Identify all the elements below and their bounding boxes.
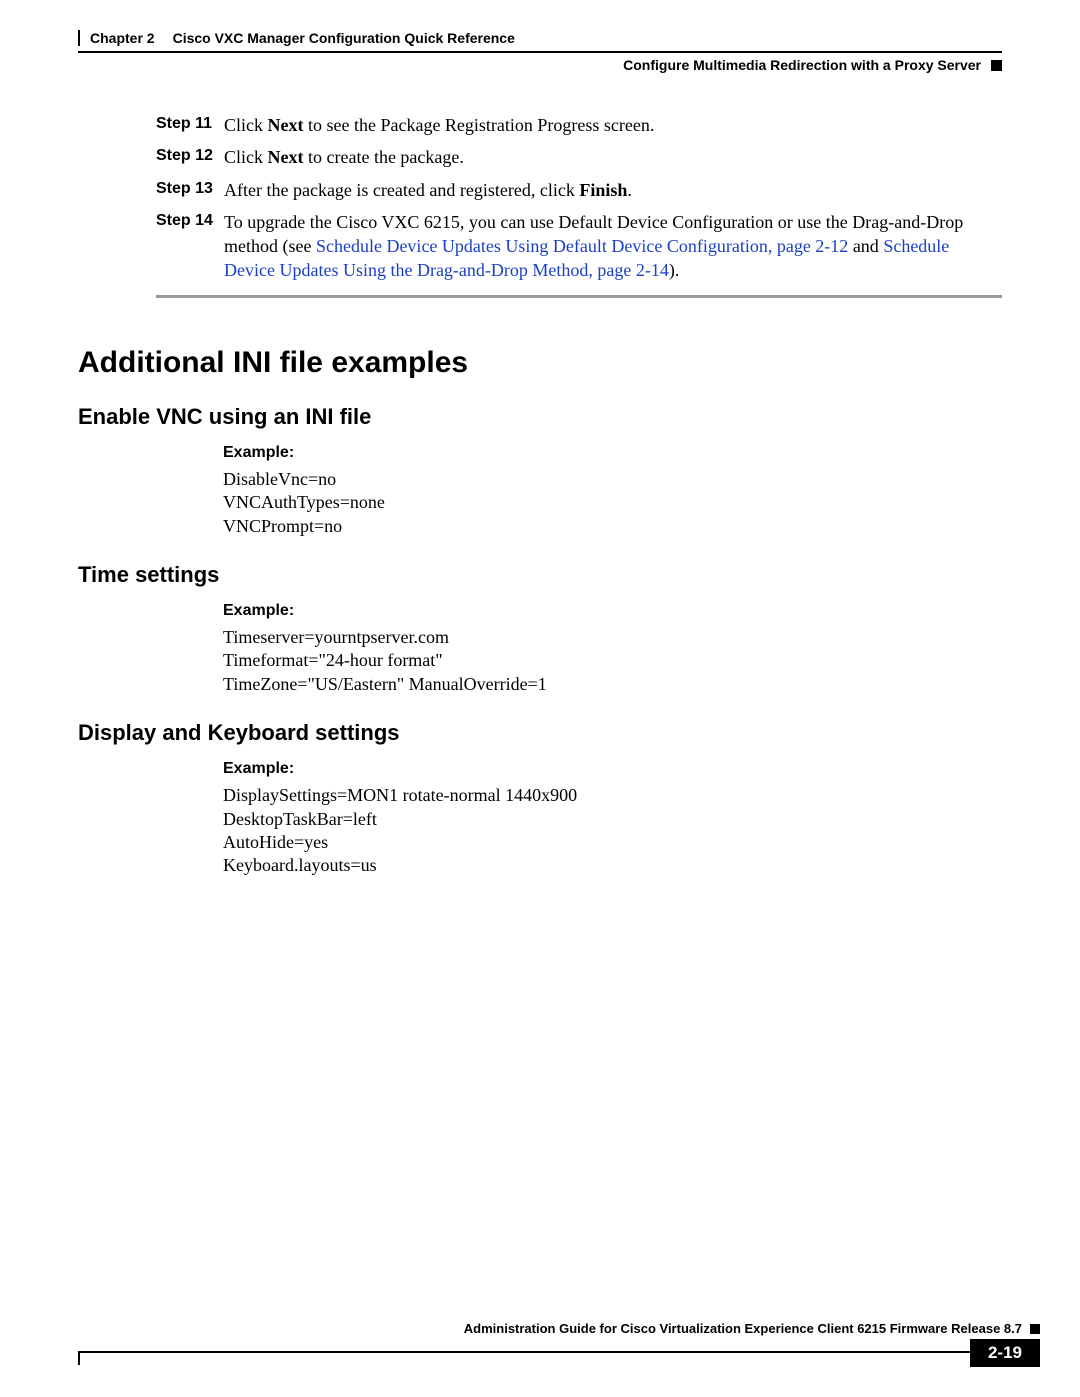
main-heading: Additional INI file examples: [78, 346, 1002, 380]
footer-guide-title: Administration Guide for Cisco Virtualiz…: [464, 1321, 1022, 1336]
example-lines: DisableVnc=noVNCAuthTypes=noneVNCPrompt=…: [223, 468, 1002, 538]
footer-vline-icon: [78, 1351, 80, 1365]
step-label: Step 14: [156, 210, 224, 232]
page-number: 2-19: [970, 1339, 1040, 1367]
chapter-label: Chapter 2: [90, 30, 155, 46]
steps-list: Step 11Click Next to see the Package Reg…: [78, 113, 1002, 283]
bold-text: Next: [268, 115, 304, 135]
footer-square-icon: [1030, 1324, 1040, 1334]
example-line: TimeZone="US/Eastern" ManualOverride=1: [223, 673, 1002, 696]
header-square-icon: [991, 60, 1002, 71]
example-block: Example: DisableVnc=noVNCAuthTypes=noneVN…: [223, 444, 1002, 538]
example-line: AutoHide=yes: [223, 831, 1002, 854]
text: After the package is created and registe…: [224, 180, 579, 200]
example-line: VNCAuthTypes=none: [223, 491, 1002, 514]
text: .: [627, 180, 632, 200]
step-text: After the package is created and registe…: [224, 178, 1002, 202]
header-top-row: Chapter 2 Cisco VXC Manager Configuratio…: [78, 30, 1002, 49]
step-label: Step 12: [156, 145, 224, 167]
step-label: Step 11: [156, 113, 224, 135]
step-text: Click Next to create the package.: [224, 145, 1002, 169]
step-row: Step 12Click Next to create the package.: [78, 145, 1002, 169]
subsections: Enable VNC using an INI file Example: Disa…: [78, 404, 1002, 878]
running-header: Chapter 2 Cisco VXC Manager Configuratio…: [78, 30, 1002, 73]
header-vline-icon: [78, 30, 80, 46]
step-row: Step 13After the package is created and …: [78, 178, 1002, 202]
example-line: DisableVnc=no: [223, 468, 1002, 491]
step-label: Step 13: [156, 178, 224, 200]
example-line: Timeformat="24-hour format": [223, 649, 1002, 672]
section-right: Configure Multimedia Redirection with a …: [623, 57, 981, 73]
bold-text: Finish: [579, 180, 627, 200]
step-row: Step 11Click Next to see the Package Reg…: [78, 113, 1002, 137]
divider: [156, 295, 1002, 298]
text: Click: [224, 147, 268, 167]
running-footer: Administration Guide for Cisco Virtualiz…: [78, 1321, 1040, 1367]
example-line: Timeserver=yourntpserver.com: [223, 626, 1002, 649]
example-line: DisplaySettings=MON1 rotate-normal 1440x…: [223, 784, 1002, 807]
content: Step 11Click Next to see the Package Reg…: [78, 113, 1002, 878]
text: and: [848, 236, 883, 256]
text: to see the Package Registration Progress…: [303, 115, 654, 135]
footer-guide-row: Administration Guide for Cisco Virtualiz…: [78, 1321, 1040, 1336]
header-sub-row: Configure Multimedia Redirection with a …: [78, 53, 1002, 73]
text: Click: [224, 115, 268, 135]
example-label: Example:: [223, 760, 1002, 778]
text: ).: [669, 260, 680, 280]
page: Chapter 2 Cisco VXC Manager Configuratio…: [0, 0, 1080, 1397]
step-text: Click Next to see the Package Registrati…: [224, 113, 1002, 137]
subsection-heading: Enable VNC using an INI file: [78, 404, 1002, 430]
step-row: Step 14To upgrade the Cisco VXC 6215, yo…: [78, 210, 1002, 283]
subsection-heading: Time settings: [78, 562, 1002, 588]
footer-bar: 2-19: [78, 1339, 1040, 1367]
example-block: Example: DisplaySettings=MON1 rotate-norm…: [223, 760, 1002, 878]
example-lines: DisplaySettings=MON1 rotate-normal 1440x…: [223, 784, 1002, 878]
cross-reference-link[interactable]: Schedule Device Updates Using Default De…: [316, 236, 848, 256]
example-lines: Timeserver=yourntpserver.comTimeformat="…: [223, 626, 1002, 696]
example-block: Example:Timeserver=yourntpserver.comTime…: [223, 602, 1002, 696]
subsection-heading: Display and Keyboard settings: [78, 720, 1002, 746]
text: to create the package.: [303, 147, 463, 167]
example-label: Example:: [223, 444, 1002, 462]
bold-text: Next: [268, 147, 304, 167]
example-line: Keyboard.layouts=us: [223, 854, 1002, 877]
footer-rule: [78, 1351, 970, 1367]
chapter-title: Cisco VXC Manager Configuration Quick Re…: [173, 30, 515, 46]
step-text: To upgrade the Cisco VXC 6215, you can u…: [224, 210, 1002, 283]
example-label: Example:: [223, 602, 1002, 620]
example-line: DesktopTaskBar=left: [223, 808, 1002, 831]
example-line: VNCPrompt=no: [223, 515, 1002, 538]
